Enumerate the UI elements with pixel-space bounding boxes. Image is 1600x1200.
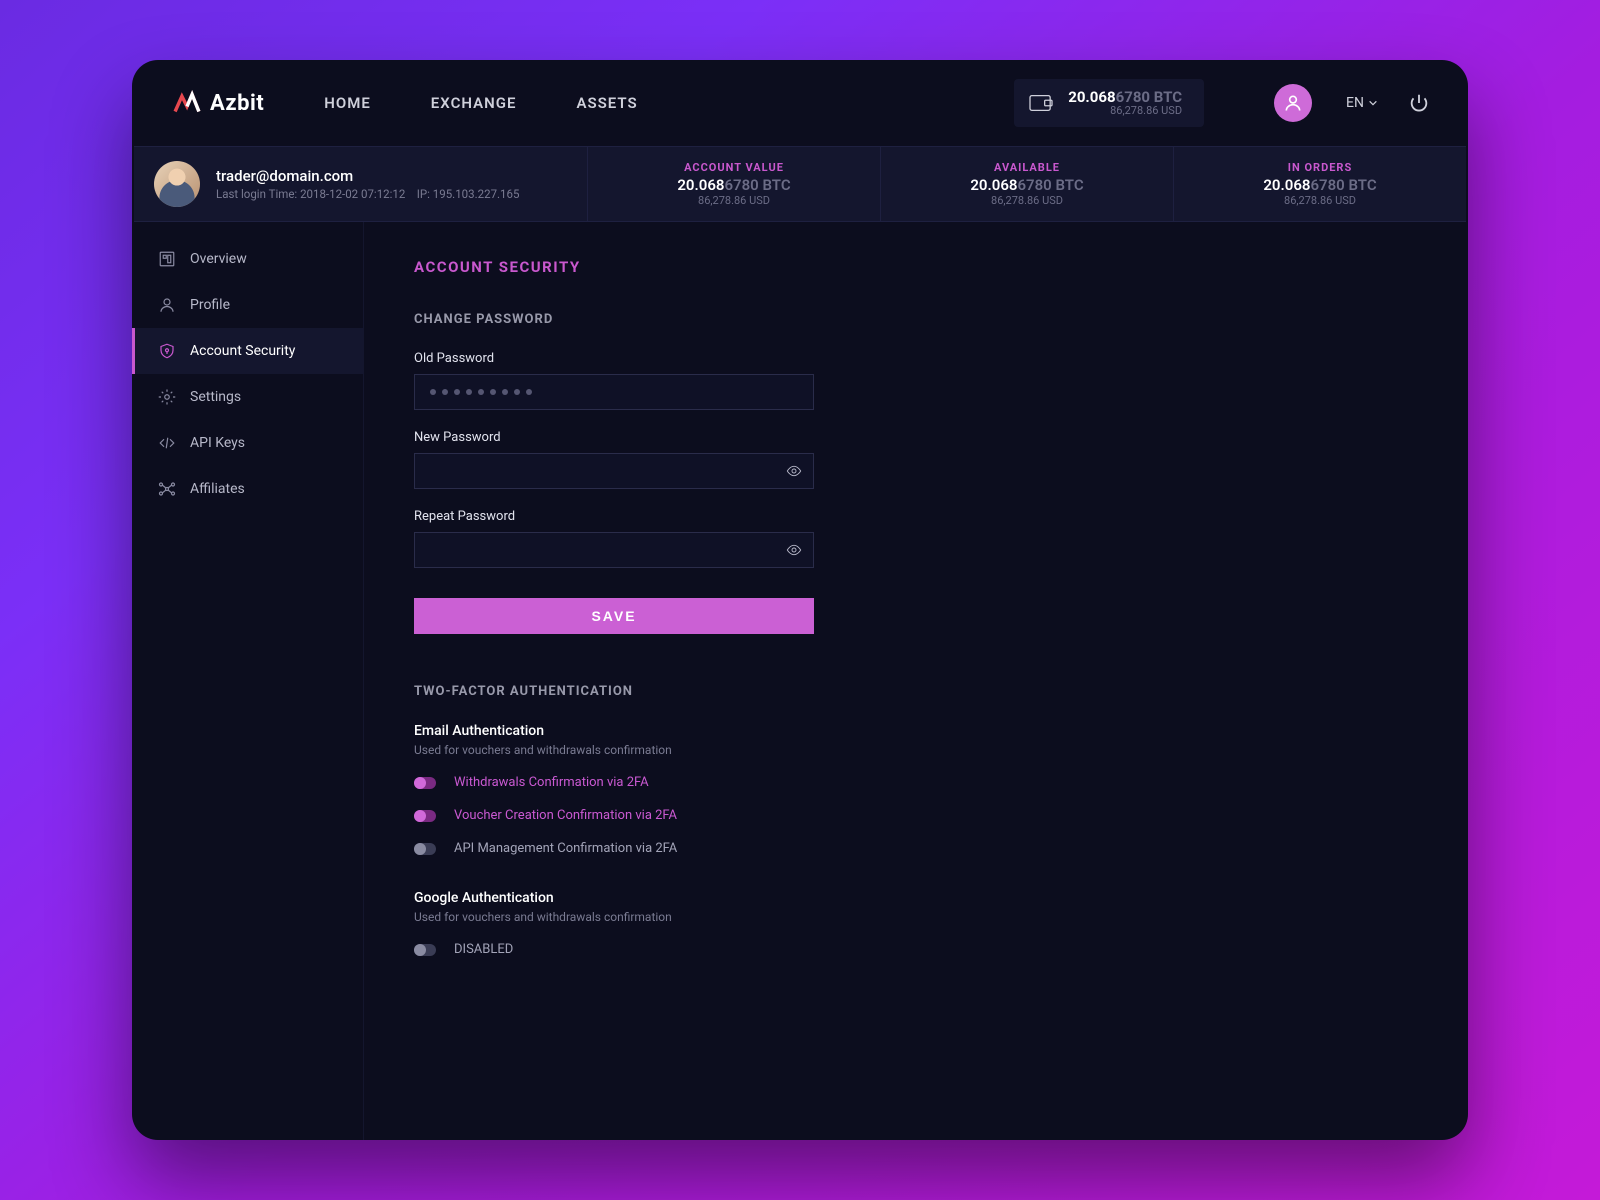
old-password-label: Old Password: [414, 351, 1418, 366]
nav-assets[interactable]: ASSETS: [576, 94, 637, 112]
stat-usd: 86,278.86 USD: [1284, 194, 1356, 207]
stat-btc: 20.0686780 BTC: [970, 176, 1083, 194]
toggle-row-api: API Management Confirmation via 2FA: [414, 841, 1418, 856]
stat-available: AVAILABLE 20.0686780 BTC 86,278.86 USD: [881, 147, 1174, 221]
app-window: Azbit HOME EXCHANGE ASSETS 20.0686780 BT…: [132, 60, 1468, 1140]
google-auth-status: DISABLED: [454, 942, 513, 957]
password-mask-dots: [430, 389, 532, 395]
toggle-voucher[interactable]: [414, 810, 436, 822]
stat-btc: 20.0686780 BTC: [1263, 176, 1376, 194]
toggle-withdrawals-label: Withdrawals Confirmation via 2FA: [454, 775, 649, 790]
language-label: EN: [1346, 95, 1364, 111]
toggle-row-google-auth: DISABLED: [414, 942, 1418, 957]
nav-exchange[interactable]: EXCHANGE: [431, 94, 517, 112]
affiliates-icon: [158, 480, 176, 498]
sidebar-item-label: API Keys: [190, 435, 245, 451]
sidebar-item-overview[interactable]: Overview: [132, 236, 363, 282]
field-repeat-password: Repeat Password: [414, 509, 1418, 568]
header-balance-usd: 86,278.86 USD: [1068, 105, 1182, 117]
sidebar-item-profile[interactable]: Profile: [132, 282, 363, 328]
stat-label: IN ORDERS: [1288, 161, 1353, 174]
page-title: ACCOUNT SECURITY: [414, 258, 1418, 276]
stat-label: ACCOUNT VALUE: [684, 161, 784, 174]
stat-label: AVAILABLE: [994, 161, 1060, 174]
header-balance[interactable]: 20.0686780 BTC 86,278.86 USD: [1014, 79, 1204, 128]
gear-icon: [158, 388, 176, 406]
account-summary-bar: trader@domain.com Last login Time: 2018-…: [134, 146, 1466, 222]
main-nav: HOME EXCHANGE ASSETS: [324, 94, 637, 112]
change-password-heading: CHANGE PASSWORD: [414, 312, 1418, 327]
header-balance-btc: 20.0686780 BTC: [1068, 89, 1182, 106]
toggle-voucher-label: Voucher Creation Confirmation via 2FA: [454, 808, 677, 823]
new-password-input[interactable]: [414, 453, 814, 489]
eye-icon[interactable]: [786, 542, 802, 558]
field-new-password: New Password: [414, 430, 1418, 489]
sidebar-item-label: Overview: [190, 251, 247, 267]
user-icon: [1283, 93, 1303, 113]
main-content: ACCOUNT SECURITY CHANGE PASSWORD Old Pas…: [364, 222, 1468, 1140]
sidebar-item-label: Affiliates: [190, 481, 245, 497]
repeat-password-label: Repeat Password: [414, 509, 1418, 524]
sidebar-item-api-keys[interactable]: API Keys: [132, 420, 363, 466]
logo-mark-icon: [170, 86, 204, 120]
email-auth-title: Email Authentication: [414, 723, 1418, 739]
eye-icon[interactable]: [786, 463, 802, 479]
user-avatar: [154, 161, 200, 207]
sidebar-item-security[interactable]: Account Security: [132, 328, 363, 374]
stat-usd: 86,278.86 USD: [991, 194, 1063, 207]
stat-btc: 20.0686780 BTC: [677, 176, 790, 194]
sidebar-item-settings[interactable]: Settings: [132, 374, 363, 420]
sidebar-item-affiliates[interactable]: Affiliates: [132, 466, 363, 512]
body: Overview Profile Account Security Settin…: [132, 222, 1468, 1140]
sidebar-item-label: Profile: [190, 297, 230, 313]
sidebar-item-label: Settings: [190, 389, 241, 405]
field-old-password: Old Password: [414, 351, 1418, 410]
brand-logo[interactable]: Azbit: [170, 86, 264, 120]
toggle-row-withdrawals: Withdrawals Confirmation via 2FA: [414, 775, 1418, 790]
overview-icon: [158, 250, 176, 268]
toggle-api-label: API Management Confirmation via 2FA: [454, 841, 677, 856]
code-icon: [158, 434, 176, 452]
sidebar: Overview Profile Account Security Settin…: [132, 222, 364, 1140]
toggle-row-voucher: Voucher Creation Confirmation via 2FA: [414, 808, 1418, 823]
shield-icon: [158, 342, 176, 360]
header: Azbit HOME EXCHANGE ASSETS 20.0686780 BT…: [132, 60, 1468, 146]
email-auth-subtitle: Used for vouchers and withdrawals confir…: [414, 743, 1418, 757]
stat-in-orders: IN ORDERS 20.0686780 BTC 86,278.86 USD: [1174, 147, 1466, 221]
chevron-down-icon: [1368, 98, 1378, 108]
stat-account-value: ACCOUNT VALUE 20.0686780 BTC 86,278.86 U…: [588, 147, 881, 221]
language-selector[interactable]: EN: [1346, 95, 1378, 111]
google-auth-subtitle: Used for vouchers and withdrawals confir…: [414, 910, 1418, 924]
user-email: trader@domain.com: [216, 167, 519, 185]
nav-home[interactable]: HOME: [324, 94, 371, 112]
repeat-password-input[interactable]: [414, 532, 814, 568]
toggle-api[interactable]: [414, 843, 436, 855]
power-icon[interactable]: [1408, 92, 1430, 114]
brand-name: Azbit: [210, 91, 264, 116]
wallet-icon: [1028, 92, 1054, 114]
save-button[interactable]: SAVE: [414, 598, 814, 634]
stat-usd: 86,278.86 USD: [698, 194, 770, 207]
user-cell: trader@domain.com Last login Time: 2018-…: [134, 147, 588, 221]
google-auth-title: Google Authentication: [414, 890, 1418, 906]
profile-icon: [158, 296, 176, 314]
user-meta: Last login Time: 2018-12-02 07:12:12 IP:…: [216, 187, 519, 201]
toggle-google-auth[interactable]: [414, 944, 436, 956]
sidebar-item-label: Account Security: [190, 343, 295, 359]
toggle-withdrawals[interactable]: [414, 777, 436, 789]
new-password-label: New Password: [414, 430, 1418, 445]
profile-avatar-button[interactable]: [1274, 84, 1312, 122]
two-factor-heading: TWO-FACTOR AUTHENTICATION: [414, 684, 1418, 699]
